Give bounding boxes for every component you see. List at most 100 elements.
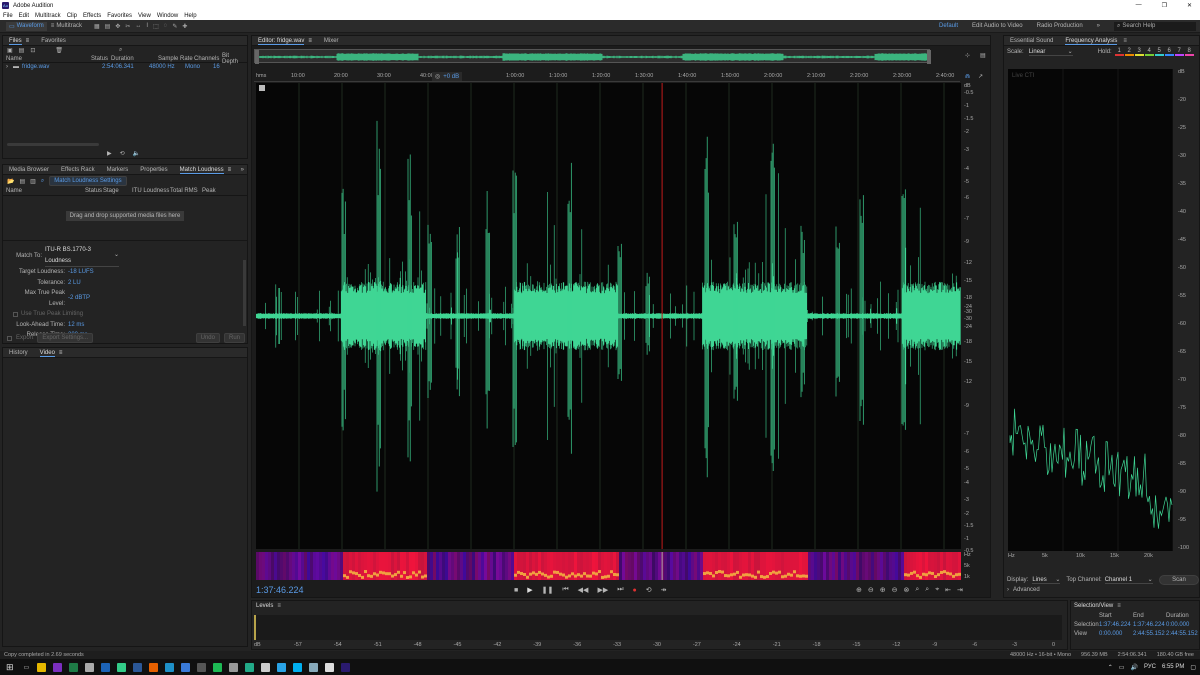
audition-active-icon[interactable] (341, 662, 351, 672)
export-settings-button[interactable]: Export Settings... (37, 333, 94, 343)
clock[interactable]: 6:55 PM (1162, 664, 1184, 670)
rewind-icon[interactable]: ◀◀ (578, 586, 589, 594)
panel-menu-icon[interactable]: ≡ (308, 38, 312, 44)
expand-panel-icon[interactable]: » (241, 167, 244, 173)
go-to-start-icon[interactable]: ⏮ (562, 586, 568, 594)
panel-menu-icon[interactable]: ≡ (1123, 38, 1127, 44)
open-folder-icon[interactable]: 📂 (7, 178, 14, 185)
spectral-display-icon[interactable]: ▦ (94, 23, 100, 30)
stop-icon[interactable]: ■ (514, 587, 518, 594)
column-header[interactable]: Bit Depth (222, 53, 246, 65)
code-icon[interactable] (85, 662, 95, 672)
lasso-tool-icon[interactable]: ◌ (164, 23, 168, 29)
explorer-icon[interactable] (37, 662, 47, 672)
more-workspaces-icon[interactable]: » (1097, 23, 1100, 29)
scan-button[interactable]: Scan (1159, 575, 1199, 585)
fast-forward-icon[interactable]: ▶▶ (597, 586, 608, 594)
zoom-fit-icon[interactable]: ⊹ (965, 52, 970, 59)
panel-menu-icon[interactable]: ≡ (59, 350, 63, 356)
lookahead-value[interactable]: 12 ms (68, 320, 84, 331)
hold-button-5[interactable]: 5 (1154, 48, 1164, 56)
tab-essential-sound[interactable]: Essential Sound (1004, 36, 1059, 46)
new-file-icon[interactable]: ▤ (19, 47, 25, 54)
horizontal-scrollbar[interactable] (7, 143, 99, 146)
hold-button-7[interactable]: 7 (1174, 48, 1184, 56)
skype-icon[interactable] (293, 662, 303, 672)
workspace-edit-audio-to-video[interactable]: Edit Audio to Video (972, 23, 1023, 29)
pause-icon[interactable]: ❚❚ (542, 586, 554, 594)
selection-end[interactable]: 1:37:46.224 (1133, 622, 1166, 628)
move-tool-icon[interactable]: ✥ (115, 23, 120, 30)
waveform-mode-button[interactable]: ▭ Waveform (6, 21, 47, 31)
tolerance-value[interactable]: 2 LU (68, 278, 81, 289)
steam-icon[interactable] (309, 662, 319, 672)
tab-media-browser[interactable]: Media Browser (3, 165, 55, 175)
zoom-out-full-icon[interactable]: ⊗ (904, 586, 910, 594)
firefox-icon[interactable] (149, 662, 159, 672)
tray-chevron-icon[interactable]: ⌃ (1108, 664, 1113, 671)
zoom-selection-icon[interactable]: ⌖ (935, 586, 939, 594)
pitch-display-icon[interactable]: ▤ (105, 23, 111, 30)
zoom-out-amplitude-icon[interactable]: ⊖ (868, 586, 874, 594)
record-icon[interactable]: ● (633, 587, 637, 594)
expand-icon[interactable]: › (3, 64, 13, 70)
autoplay-icon[interactable]: 🔈 (133, 150, 140, 157)
tab-favorites[interactable]: Favorites (35, 36, 72, 46)
match-loudness-settings-button[interactable]: Match Loudness Settings (49, 176, 127, 186)
loop-preview-icon[interactable]: ⟲ (120, 150, 125, 157)
max-peak-value[interactable]: -2 dBTP (68, 293, 90, 304)
column-header[interactable]: Stage (103, 188, 132, 194)
waveform-corner-icon[interactable] (259, 85, 265, 91)
tab-history[interactable]: History (3, 348, 34, 358)
menu-item-effects[interactable]: Effects (83, 13, 101, 19)
undo-button[interactable]: Undo (195, 333, 220, 343)
play-preview-icon[interactable]: ▶ (107, 150, 112, 157)
column-header[interactable]: Name (3, 188, 85, 194)
panel-menu-icon[interactable]: ≡ (1117, 603, 1121, 609)
time-selection-tool-icon[interactable]: I (146, 23, 148, 29)
hold-button-3[interactable]: 3 (1134, 48, 1144, 56)
import-file-icon[interactable]: ▣ (7, 47, 13, 54)
telegram-icon[interactable] (277, 662, 287, 672)
display-dropdown[interactable]: Lines ⌄ (1032, 576, 1061, 584)
network-icon[interactable]: ▭ (1119, 664, 1125, 671)
menu-item-multitrack[interactable]: Multitrack (35, 13, 61, 19)
time-ruler[interactable]: hms 10:00 20:00 30:00 40:00 1:00:00 1:10:00 1:… (254, 71, 960, 82)
remove-file-icon[interactable]: ▥ (30, 178, 36, 185)
lock-scale-icon[interactable]: ↗ (978, 73, 983, 80)
menu-item-favorites[interactable]: Favorites (107, 13, 132, 19)
zoom-left-edge-icon[interactable]: ⇤ (945, 586, 951, 594)
match-to-dropdown[interactable]: ITU-R BS.1770-3 Loudness ⌄ (45, 245, 119, 267)
limiting-checkbox[interactable] (13, 311, 18, 317)
go-to-end-icon[interactable]: ⏭ (617, 586, 623, 594)
column-header[interactable]: Channels (194, 56, 222, 62)
view-end[interactable]: 2:44:55.152 (1133, 631, 1166, 637)
menu-item-edit[interactable]: Edit (19, 13, 29, 19)
language-indicator[interactable]: РУС (1144, 664, 1156, 670)
zoom-right-edge-icon[interactable]: ⇥ (957, 586, 963, 594)
panel-menu-icon[interactable]: ≡ (277, 603, 281, 609)
notifications-icon[interactable]: ▢ (1190, 664, 1196, 671)
waveform-area[interactable] (256, 83, 961, 549)
vscode-icon[interactable] (181, 662, 191, 672)
column-header[interactable]: Name (3, 56, 91, 62)
hold-button-1[interactable]: 1 (1114, 48, 1124, 56)
excel-icon[interactable] (69, 662, 79, 672)
spotify-icon[interactable] (213, 662, 223, 672)
tab-mixer[interactable]: Mixer (318, 36, 345, 46)
snap-icon[interactable]: ⋒ (965, 73, 970, 80)
media-icon[interactable] (245, 662, 255, 672)
menu-item-help[interactable]: Help (184, 13, 196, 19)
zoom-out-time-icon[interactable]: ⊖ (892, 586, 898, 594)
zoom-out-point-icon[interactable]: ⌕ (925, 586, 929, 594)
delete-icon[interactable]: 🗑 (55, 47, 63, 54)
tab-video[interactable]: Video ≡ (34, 348, 69, 358)
panel-menu-icon[interactable]: ≡ (228, 167, 232, 173)
tab-files[interactable]: Files ≡ (3, 36, 35, 46)
hold-button-4[interactable]: 4 (1144, 48, 1154, 56)
spot-healing-icon[interactable]: ✚ (182, 23, 187, 30)
loop-icon[interactable]: ⟲ (646, 586, 652, 594)
razor-tool-icon[interactable]: ✂ (125, 23, 130, 30)
tab-frequency-analysis[interactable]: Frequency Analysis (1059, 36, 1123, 46)
marquee-tool-icon[interactable]: ⬚ (153, 23, 159, 30)
